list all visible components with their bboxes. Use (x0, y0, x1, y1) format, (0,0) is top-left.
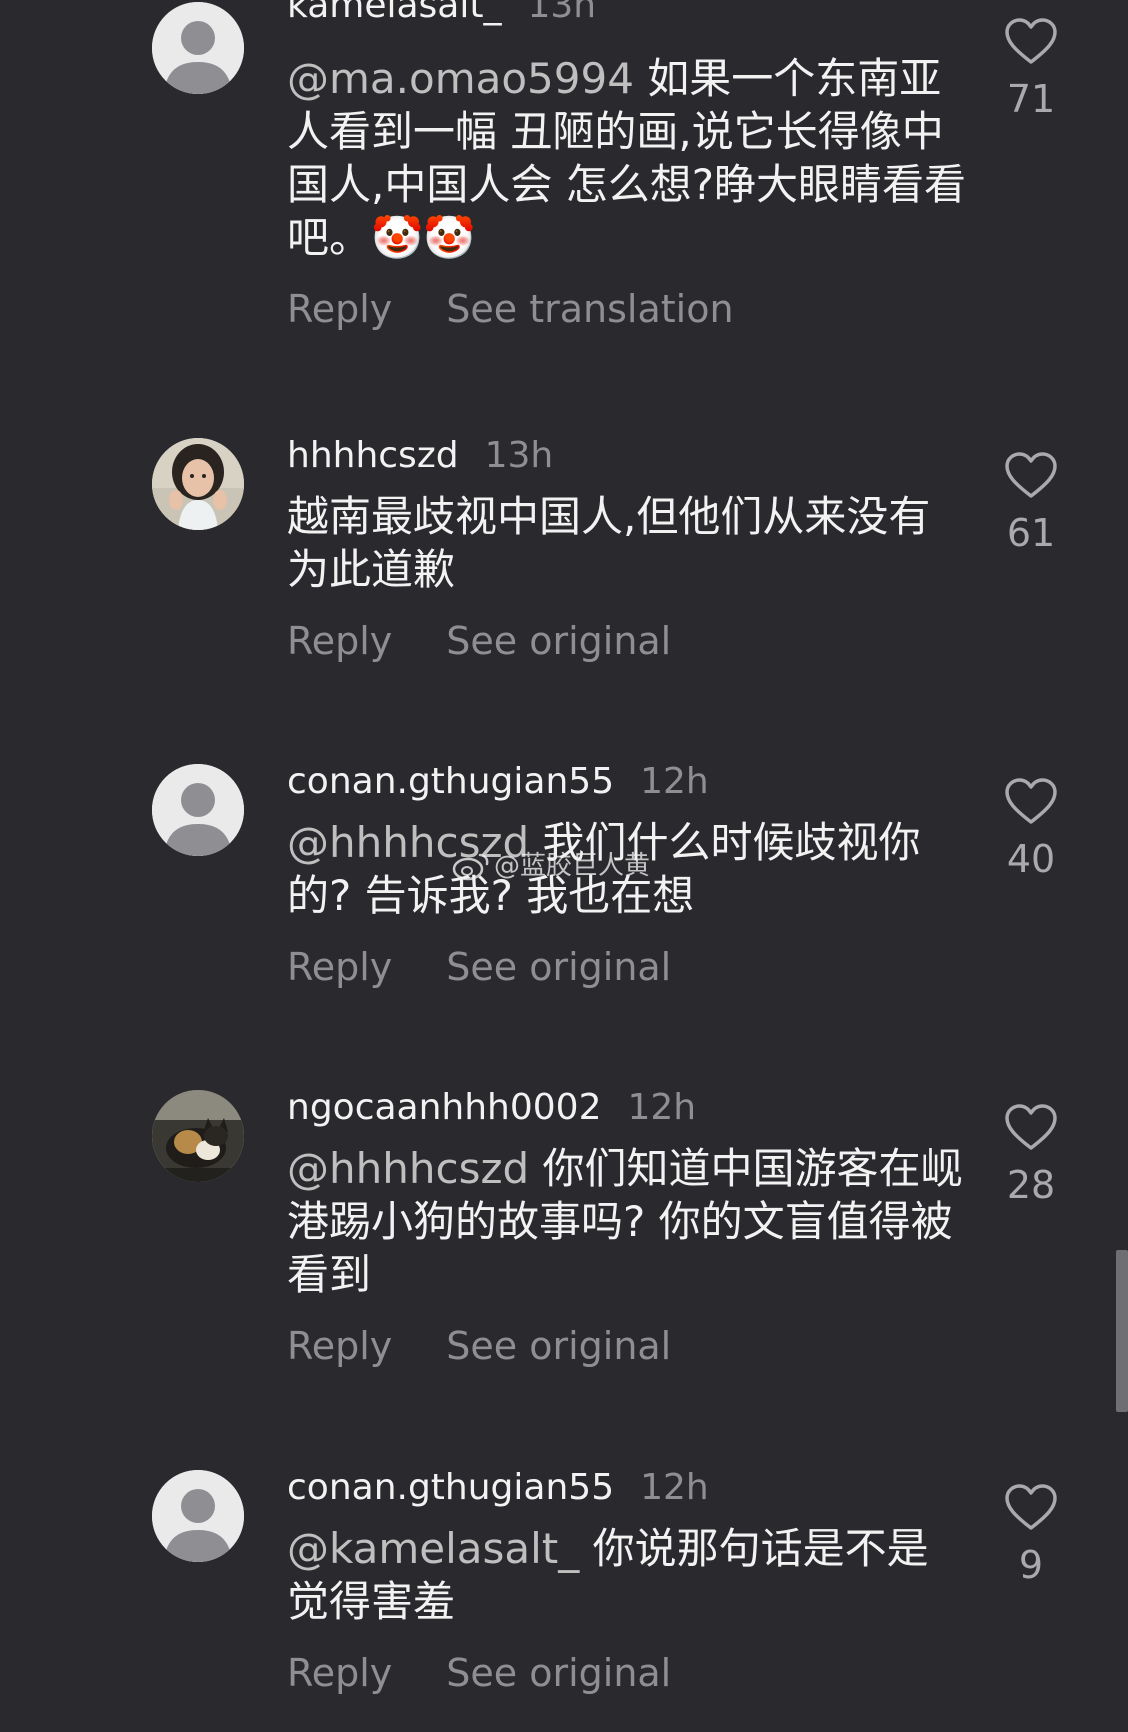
username[interactable]: hhhhcszd (287, 436, 459, 476)
like-count: 28 (1006, 1163, 1056, 1207)
comment-actions: Reply See original (287, 1650, 967, 1696)
comment-header: conan.gthugian55 12h (287, 762, 967, 802)
like-count: 40 (1006, 837, 1056, 881)
watermark: @蓝胶巨人黄 (452, 849, 650, 883)
comment-content: 越南最歧视中国人,但他们从来没有为此道歉 (287, 492, 931, 594)
heart-icon[interactable] (1004, 18, 1058, 66)
comment-text: 越南最歧视中国人,但他们从来没有为此道歉 (287, 490, 967, 596)
comment-text: @hhhhcszd 你们知道中国游客在岘港踢小狗的故事吗? 你的文盲值得被看到 (287, 1142, 967, 1301)
user-silhouette-icon (152, 1470, 244, 1562)
profile-photo-icon (152, 438, 244, 530)
like-control[interactable]: 61 (990, 452, 1072, 556)
comment-actions: Reply See original (287, 944, 967, 990)
default-avatar[interactable] (152, 2, 244, 94)
comment-text: @kamelasalt_ 你说那句话是不是觉得害羞 (287, 1522, 967, 1628)
comment-header: hhhhcszd 13h (287, 436, 967, 476)
see-original-button[interactable]: See original (446, 944, 671, 990)
see-translation-button[interactable]: See translation (446, 286, 733, 332)
user-silhouette-icon (152, 2, 244, 94)
see-original-button[interactable]: See original (446, 1650, 671, 1696)
reply-button[interactable]: Reply (287, 286, 392, 332)
like-count: 71 (1006, 77, 1056, 121)
comment-body: hhhhcszd 13h 越南最歧视中国人,但他们从来没有为此道歉 Reply … (287, 436, 967, 664)
comment-text: @ma.omao5994 如果一个东南亚人看到一幅 丑陋的画,说它长得像中国人,… (287, 52, 967, 264)
default-avatar[interactable] (152, 764, 244, 856)
mention-link[interactable]: @ma.omao5994 (287, 54, 634, 103)
like-control[interactable]: 71 (990, 18, 1072, 122)
watermark-text: @蓝胶巨人黄 (494, 851, 651, 881)
comment-actions: Reply See original (287, 618, 967, 664)
comment-header: kamelasalt_ 13h (287, 0, 967, 26)
comment-header: ngocaanhhh0002 12h (287, 1088, 967, 1128)
username[interactable]: kamelasalt_ (287, 0, 502, 26)
weibo-icon (452, 853, 489, 881)
comment-header: conan.gthugian55 12h (287, 1468, 967, 1508)
mention-link[interactable]: @hhhhcszd (287, 1144, 529, 1193)
like-count: 9 (1018, 1543, 1044, 1587)
default-avatar[interactable] (152, 1470, 244, 1562)
heart-icon[interactable] (1004, 1104, 1058, 1152)
reply-button[interactable]: Reply (287, 618, 392, 664)
see-original-button[interactable]: See original (446, 1323, 671, 1369)
comment-actions: Reply See original (287, 1323, 967, 1369)
timestamp: 13h (484, 435, 554, 476)
timestamp: 12h (627, 1087, 697, 1128)
heart-icon[interactable] (1004, 778, 1058, 826)
timestamp: 12h (640, 761, 709, 802)
photo-avatar-girl[interactable] (152, 438, 244, 530)
see-original-button[interactable]: See original (446, 618, 671, 664)
mention-link[interactable]: @kamelasalt_ (287, 1524, 579, 1573)
profile-photo-icon (152, 1090, 244, 1182)
username[interactable]: ngocaanhhh0002 (287, 1088, 602, 1128)
reply-button[interactable]: Reply (287, 944, 392, 990)
timestamp: 13h (527, 0, 597, 26)
comment-body: kamelasalt_ 13h @ma.omao5994 如果一个东南亚人看到一… (287, 0, 967, 332)
reply-button[interactable]: Reply (287, 1323, 392, 1369)
like-count: 61 (1006, 511, 1056, 555)
heart-icon[interactable] (1004, 452, 1058, 500)
comment-body: ngocaanhhh0002 12h @hhhhcszd 你们知道中国游客在岘港… (287, 1088, 967, 1369)
like-control[interactable]: 28 (990, 1104, 1072, 1208)
comment-body: conan.gthugian55 12h @kamelasalt_ 你说那句话是… (287, 1468, 967, 1696)
photo-avatar-cat[interactable] (152, 1090, 244, 1182)
timestamp: 12h (640, 1467, 709, 1508)
reply-button[interactable]: Reply (287, 1650, 392, 1696)
like-control[interactable]: 9 (990, 1484, 1072, 1588)
username[interactable]: conan.gthugian55 (287, 762, 614, 802)
scrollbar-thumb[interactable] (1116, 1250, 1128, 1412)
username[interactable]: conan.gthugian55 (287, 1468, 614, 1508)
heart-icon[interactable] (1004, 1484, 1058, 1532)
comment-actions: Reply See translation (287, 286, 967, 332)
user-silhouette-icon (152, 764, 244, 856)
like-control[interactable]: 40 (990, 778, 1072, 882)
